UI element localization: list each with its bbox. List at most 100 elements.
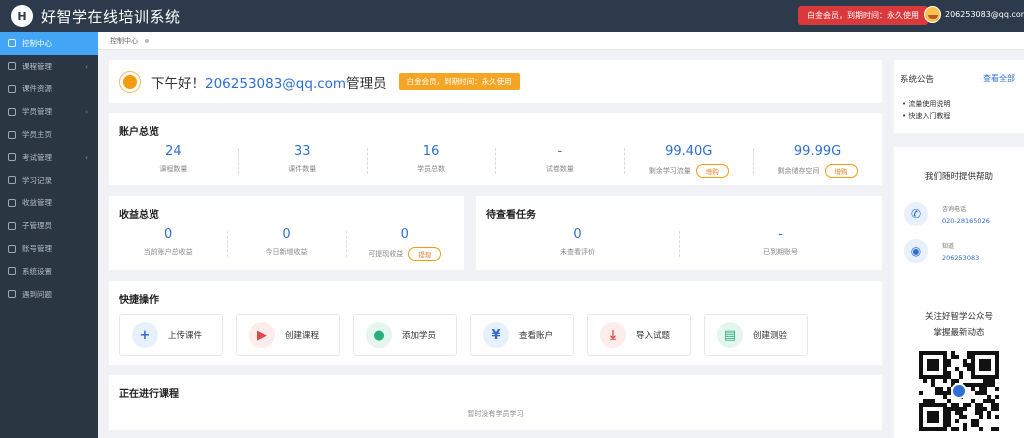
- income-overview-card: 收益总览 0 当前账户总收益 0 今日新增收益 0 可提现收益 提现: [109, 196, 464, 270]
- stat-value: 0: [164, 227, 173, 242]
- stat-item: 0 未查看评价: [476, 227, 679, 257]
- user-email[interactable]: 206253083@qq.com: [945, 10, 1024, 19]
- stat-label-row: 课程数量: [109, 164, 238, 174]
- stat-action-button[interactable]: 增购: [824, 164, 858, 178]
- sidebar-item[interactable]: 课件资源: [0, 78, 98, 101]
- quick-actions-row: + 上传课件 ▶ 创建课程 ● 添加学员 ¥ 查看账户 ⤓ 导入试题 ▤ 创建测验: [119, 314, 821, 356]
- greeting-text: 下午好！206253083@qq.com管理员: [151, 72, 387, 92]
- quick-action-button[interactable]: ● 添加学员: [353, 314, 457, 356]
- stat-label: 剩余学习流量: [648, 167, 691, 175]
- help-icon: [8, 290, 16, 299]
- stat-label: 可提现收益: [368, 250, 404, 258]
- stat-label: 已到期账号: [763, 248, 798, 256]
- stat-item: 0 今日新增收益: [227, 227, 345, 261]
- view-all-link[interactable]: 查看全部: [983, 73, 1015, 84]
- notice-list: 流量使用说明快速入门教程: [902, 98, 950, 122]
- breadcrumb: 控制中心: [98, 32, 1024, 50]
- stat-label: 学员总数: [417, 165, 446, 173]
- qq-icon: ◉: [904, 239, 928, 263]
- greeting-role: 管理员: [346, 75, 387, 92]
- phone-label: 咨询电话: [942, 205, 967, 213]
- quick-action-label: 创建测验: [753, 331, 788, 341]
- stat-label-row: 可提现收益 提现: [346, 247, 464, 261]
- sidebar-item[interactable]: 遇到问题: [0, 283, 98, 306]
- folder-icon: [8, 84, 16, 93]
- home-icon: [8, 39, 16, 48]
- stat-item: 99.99G 剩余储存空间 增购: [753, 144, 882, 178]
- book-icon: [8, 62, 16, 71]
- phone-contact: ✆ 咨询电话 020-28165026: [904, 202, 990, 226]
- stat-label-row: 课件数量: [238, 164, 367, 174]
- stat-item: - 试卷数量: [495, 144, 624, 178]
- sidebar-item[interactable]: 学员管理 ‹: [0, 100, 98, 123]
- sun-icon: [123, 74, 137, 89]
- notice-card: 系统公告 查看全部 流量使用说明快速入门教程: [894, 60, 1024, 133]
- quick-action-button[interactable]: ▶ 创建课程: [236, 314, 340, 356]
- sidebar-item[interactable]: 系统设置: [0, 260, 98, 283]
- help-card: 我们随时提供帮助 ✆ 咨询电话 020-28165026 ◉ 知道 206253…: [894, 147, 1024, 438]
- qq-label: 知道: [942, 242, 955, 250]
- quick-action-button[interactable]: ▤ 创建测验: [704, 314, 808, 356]
- breadcrumb-current[interactable]: 控制中心: [110, 36, 138, 46]
- stat-value: 99.40G: [665, 144, 713, 159]
- account-overview-title: 账户总览: [119, 127, 159, 138]
- stat-item: 0 可提现收益 提现: [345, 227, 464, 261]
- sidebar-item[interactable]: 考试管理 ‹: [0, 146, 98, 169]
- stat-value: 16: [422, 144, 440, 159]
- sidebar-item-label: 课程管理: [22, 61, 52, 71]
- notice-item[interactable]: 流量使用说明: [902, 98, 950, 110]
- quick-action-button[interactable]: + 上传课件: [119, 314, 223, 356]
- sidebar-item[interactable]: 账号管理: [0, 237, 98, 260]
- follow-line-1: 关注好智学公众号: [924, 312, 993, 322]
- stat-item: 0 当前账户总收益: [109, 227, 227, 261]
- phone-number[interactable]: 020-28165026: [942, 217, 990, 225]
- empty-state-text: 暂时没有学员学习: [467, 410, 524, 418]
- greeting-email: 206253083@qq.com: [205, 75, 347, 92]
- stat-value: 0: [400, 227, 409, 242]
- users-icon: [8, 107, 16, 116]
- quick-action-button[interactable]: ¥ 查看账户: [470, 314, 574, 356]
- sidebar-item[interactable]: 课程管理 ‹: [0, 55, 98, 78]
- greeting-card: 下午好！206253083@qq.com管理员 白金会员，到期时间：永久使用: [109, 60, 882, 103]
- sidebar-item-label: 遇到问题: [22, 289, 52, 299]
- stat-value: 24: [165, 144, 182, 159]
- admin-icon: [8, 221, 16, 230]
- help-title: 我们随时提供帮助: [924, 172, 993, 182]
- stat-label-row: 剩余学习流量 增购: [624, 164, 753, 178]
- notice-item[interactable]: 快速入门教程: [902, 110, 950, 122]
- greeting-badge: 白金会员，到期时间：永久使用: [398, 73, 520, 90]
- user-menu[interactable]: 206253083@qq.com: [924, 6, 1024, 23]
- breadcrumb-close-icon[interactable]: [145, 38, 149, 43]
- download-icon: ⤓: [600, 322, 626, 348]
- stat-label: 今日新增收益: [265, 248, 308, 256]
- stat-action-button[interactable]: 提现: [408, 247, 442, 261]
- yen-icon: ¥: [483, 322, 509, 348]
- stat-action-button[interactable]: 增购: [695, 164, 729, 178]
- stat-item: 99.40G 剩余学习流量 增购: [624, 144, 753, 178]
- stat-label: 课件数量: [288, 165, 317, 173]
- quick-action-button[interactable]: ⤓ 导入试题: [587, 314, 691, 356]
- chevron-left-icon: ‹: [85, 153, 88, 162]
- gear-icon: [8, 267, 16, 276]
- app-title: 好智学在线培训系统: [41, 7, 181, 26]
- sidebar-item[interactable]: 学习记录: [0, 169, 98, 192]
- sidebar-item-label: 学员主页: [22, 130, 52, 140]
- sidebar-item[interactable]: 学员主页: [0, 123, 98, 146]
- avatar[interactable]: [924, 6, 941, 23]
- user-home-icon: [8, 130, 16, 139]
- stat-item: - 已到期账号: [679, 227, 882, 257]
- account-overview-card: 账户总览 24 课程数量 33 课件数量 16 学员总数 - 试卷数量 99.40G 剩余学习流量…: [109, 113, 882, 185]
- chevron-left-icon: ‹: [85, 108, 88, 117]
- stat-value: 0: [282, 227, 291, 242]
- sidebar-item[interactable]: 子管理员: [0, 214, 98, 237]
- wallet-icon: [8, 198, 16, 207]
- quick-actions-card: 快捷操作 + 上传课件 ▶ 创建课程 ● 添加学员 ¥ 查看账户 ⤓ 导入试题 ▤ 创建测验: [109, 281, 882, 365]
- qq-number[interactable]: 206253083: [942, 254, 979, 262]
- stat-label-row: 已到期账号: [679, 247, 882, 257]
- sidebar-item[interactable]: 收益管理: [0, 192, 98, 215]
- stat-value: -: [557, 144, 563, 159]
- sidebar-item[interactable]: 控制中心: [0, 32, 98, 55]
- membership-badge[interactable]: 白金会员，到期时间：永久使用: [798, 6, 928, 25]
- qq-contact: ◉ 知道 206253083: [904, 239, 979, 263]
- stat-value: 99.99G: [793, 144, 842, 159]
